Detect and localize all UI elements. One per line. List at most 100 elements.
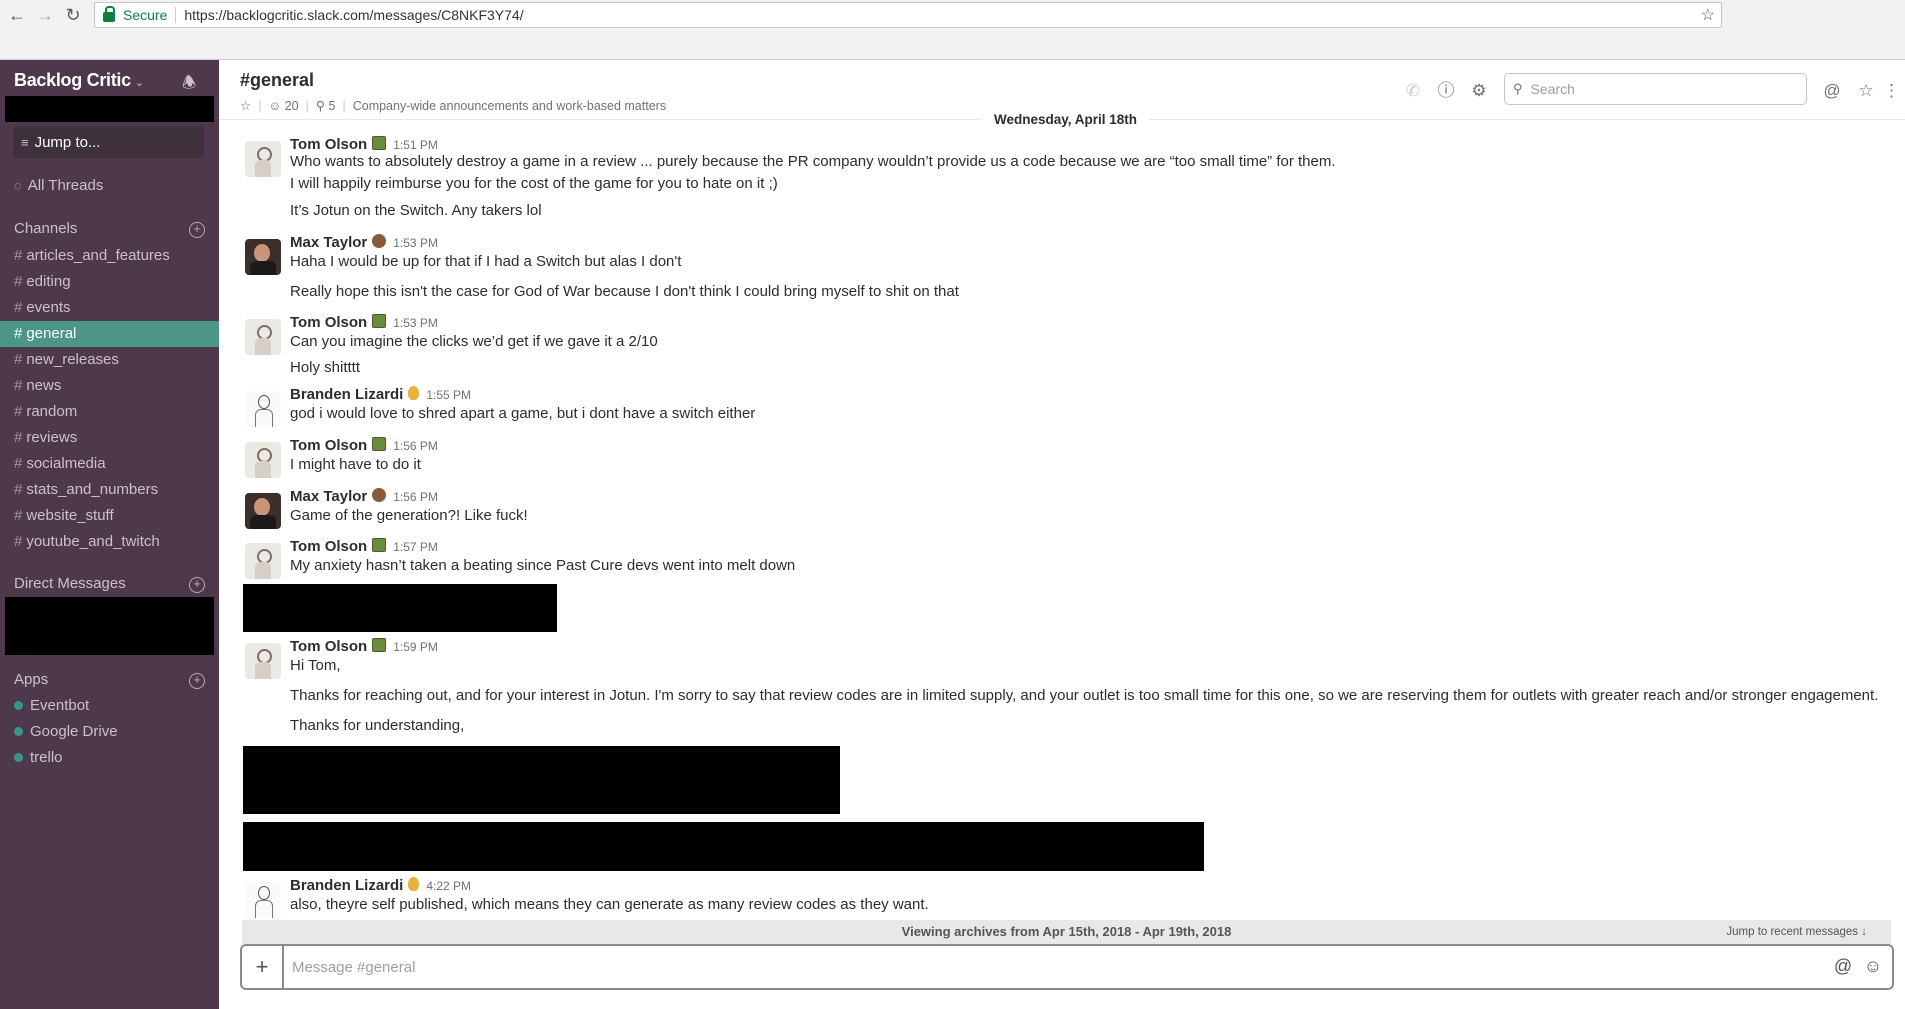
status-emoji-icon <box>408 386 420 400</box>
channels-header[interactable]: Channels <box>14 220 77 237</box>
add-dm-icon[interactable]: + <box>189 577 205 593</box>
notification-bell-icon[interactable]: 🕭 <box>182 72 200 92</box>
sidebar-item-reviews[interactable]: # reviews <box>0 425 219 451</box>
address-bar[interactable]: Secure https://backlogcritic.slack.com/m… <box>94 2 1722 28</box>
message-author[interactable]: Tom Olson <box>290 314 367 331</box>
hash-icon: # <box>14 351 23 368</box>
sidebar-item-label: reviews <box>26 429 78 446</box>
avatar[interactable] <box>245 442 281 478</box>
mention-at-icon[interactable]: @ <box>1832 955 1854 977</box>
sidebar: Backlog Critic ⌄ 🕭 ≡ Jump to... ◌ All Threa… <box>0 60 219 1009</box>
message-author[interactable]: Tom Olson <box>290 437 367 454</box>
starred-items-icon[interactable]: ☆ <box>1855 80 1877 102</box>
add-channel-icon[interactable]: + <box>189 222 205 238</box>
sidebar-item-socialmedia[interactable]: # socialmedia <box>0 451 219 477</box>
sidebar-item-general[interactable]: # general <box>0 321 219 347</box>
sidebar-item-stats-and-numbers[interactable]: # stats_and_numbers <box>0 477 219 503</box>
redacted-user-status <box>5 96 214 122</box>
message-text: I might have to do it <box>290 456 421 473</box>
sidebar-item-new-releases[interactable]: # new_releases <box>0 347 219 373</box>
sidebar-item-youtube-and-twitch[interactable]: # youtube_and_twitch <box>0 529 219 555</box>
message-text: Hi Tom, <box>290 657 341 674</box>
back-arrow-icon[interactable]: ← <box>6 4 28 26</box>
message-author[interactable]: Max Taylor <box>290 234 367 251</box>
hash-icon: # <box>14 273 23 290</box>
message-timestamp[interactable]: 1:53 PM <box>393 316 438 330</box>
phone-icon[interactable]: ✆ <box>1402 80 1424 102</box>
channel-title[interactable]: #general <box>240 70 314 91</box>
sidebar-item-news[interactable]: # news <box>0 373 219 399</box>
reload-icon[interactable]: ↻ <box>62 4 84 26</box>
status-emoji-icon <box>372 638 387 652</box>
message-text: Can you imagine the clicks we’d get if w… <box>290 333 658 350</box>
message-text: It’s Jotun on the Switch. Any takers lol <box>290 202 542 219</box>
message-author[interactable]: Branden Lizardi <box>290 877 403 894</box>
sidebar-app-item[interactable]: Eventbot <box>14 697 89 714</box>
message-text: Holy shitttt <box>290 359 361 376</box>
info-icon[interactable]: ⓘ <box>1435 80 1457 102</box>
status-emoji-icon <box>372 136 387 150</box>
message-author[interactable]: Max Taylor <box>290 488 367 505</box>
message-timestamp[interactable]: 1:53 PM <box>393 236 438 250</box>
avatar[interactable] <box>245 493 281 529</box>
message-timestamp[interactable]: 1:51 PM <box>393 138 438 152</box>
jump-to-recent-link[interactable]: Jump to recent messages ↓ <box>1726 920 1867 944</box>
sidebar-item-events[interactable]: # events <box>0 295 219 321</box>
avatar[interactable] <box>245 391 281 427</box>
message-author[interactable]: Branden Lizardi <box>290 386 403 403</box>
hash-icon: # <box>14 403 23 420</box>
direct-messages-header[interactable]: Direct Messages <box>14 575 126 592</box>
sidebar-item-editing[interactable]: # editing <box>0 269 219 295</box>
browser-toolbar: ← → ↻ Secure https://backlogcritic.slack… <box>0 0 1905 60</box>
jump-to-button[interactable]: ≡ Jump to... <box>13 126 204 158</box>
avatar[interactable] <box>245 141 281 177</box>
message-input[interactable] <box>292 956 1792 978</box>
avatar[interactable] <box>245 239 281 275</box>
mentions-icon[interactable]: @ <box>1821 80 1843 102</box>
apps-header[interactable]: Apps <box>14 671 48 688</box>
sidebar-item-random[interactable]: # random <box>0 399 219 425</box>
message-timestamp[interactable]: 1:56 PM <box>393 490 438 504</box>
url-text[interactable]: https://backlogcritic.slack.com/messages… <box>184 7 523 23</box>
threads-label: All Threads <box>27 177 104 194</box>
status-emoji-icon <box>372 437 387 451</box>
bookmark-star-icon[interactable]: ☆ <box>1701 5 1715 25</box>
hash-icon: # <box>14 455 23 472</box>
attach-plus-icon[interactable]: + <box>242 946 284 988</box>
message-header: Branden Lizardi 4:22 PM <box>290 876 471 894</box>
message-header: Max Taylor 1:56 PM <box>290 487 438 505</box>
sidebar-app-item[interactable]: trello <box>14 749 63 766</box>
sidebar-app-item[interactable]: Google Drive <box>14 723 118 740</box>
day-divider: Wednesday, April 18th <box>219 110 1905 130</box>
all-threads-link[interactable]: ◌ All Threads <box>14 177 103 194</box>
message-timestamp[interactable]: 1:57 PM <box>393 540 438 554</box>
add-app-icon[interactable]: + <box>189 673 205 689</box>
secure-label: Secure <box>123 7 168 23</box>
team-menu[interactable]: Backlog Critic ⌄ <box>14 70 144 91</box>
avatar[interactable] <box>245 319 281 355</box>
message-author[interactable]: Tom Olson <box>290 136 367 153</box>
message-timestamp[interactable]: 4:22 PM <box>426 879 471 893</box>
search-icon: ⚲ <box>1513 81 1523 96</box>
more-menu-icon[interactable]: ⋮ <box>1883 80 1900 102</box>
search-input[interactable]: ⚲ Search <box>1504 73 1807 105</box>
message-timestamp[interactable]: 1:56 PM <box>393 439 438 453</box>
message-author[interactable]: Tom Olson <box>290 638 367 655</box>
gear-icon[interactable]: ⚙ <box>1468 80 1490 102</box>
forward-arrow-icon[interactable]: → <box>34 4 56 26</box>
emoji-icon[interactable]: ☺ <box>1862 955 1884 977</box>
avatar[interactable] <box>245 543 281 579</box>
sidebar-item-label: socialmedia <box>26 455 106 472</box>
avatar[interactable] <box>245 882 281 918</box>
message-timestamp[interactable]: 1:59 PM <box>393 640 438 654</box>
message-author[interactable]: Tom Olson <box>290 538 367 555</box>
message-timestamp[interactable]: 1:55 PM <box>426 388 471 402</box>
sidebar-item-articles-and-features[interactable]: # articles_and_features <box>0 243 219 269</box>
message-header: Tom Olson 1:51 PM <box>290 135 438 153</box>
avatar[interactable] <box>245 643 281 679</box>
sidebar-item-website-stuff[interactable]: # website_stuff <box>0 503 219 529</box>
sidebar-item-label: website_stuff <box>26 507 114 524</box>
hash-icon: # <box>14 299 23 316</box>
sidebar-item-label: stats_and_numbers <box>26 481 159 498</box>
message-text: Thanks for reaching out, and for your in… <box>290 687 1879 704</box>
